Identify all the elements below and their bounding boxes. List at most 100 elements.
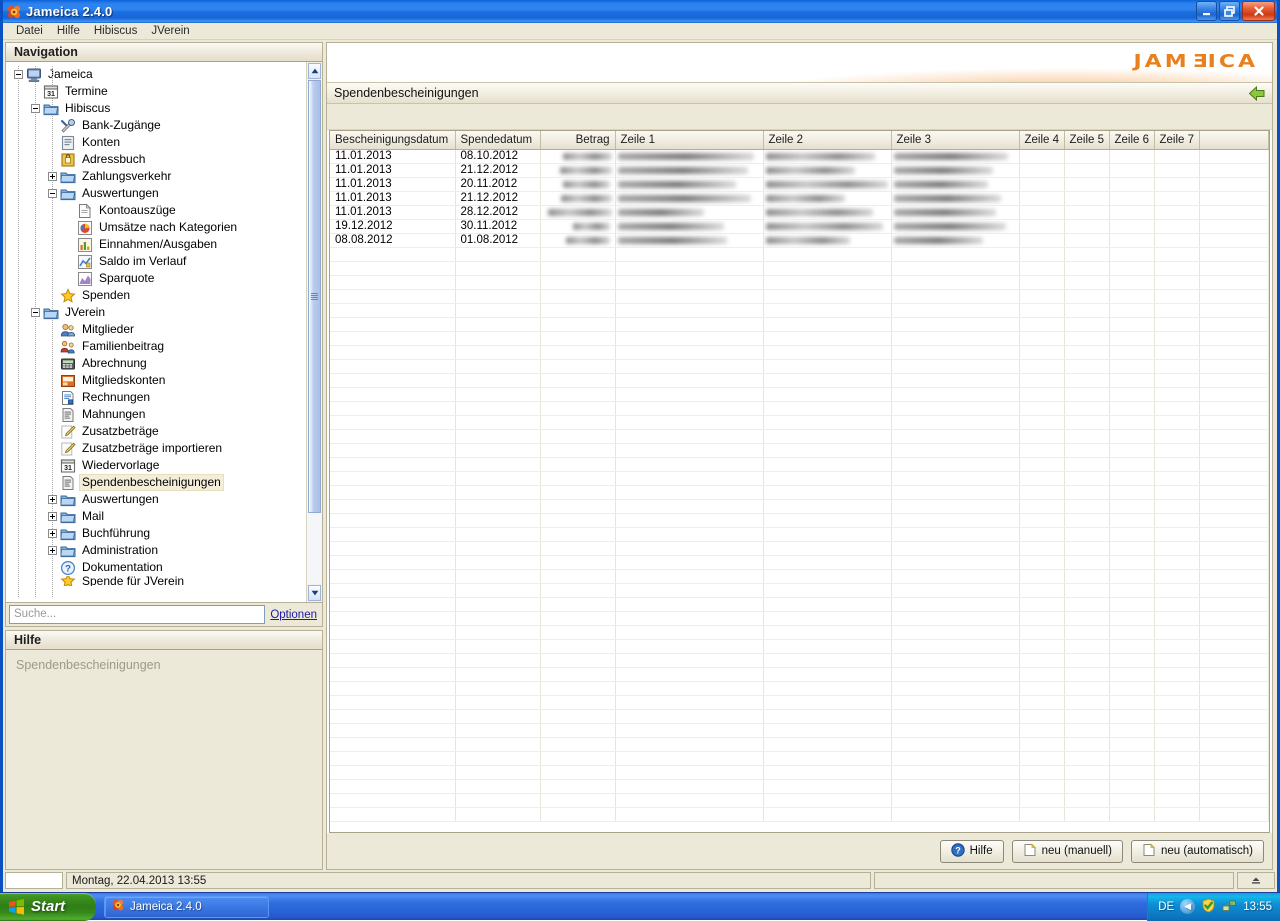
- back-arrow-icon[interactable]: [1248, 85, 1266, 102]
- tree-expand-icon[interactable]: [48, 529, 57, 538]
- menu-item-hibiscus[interactable]: Hibiscus: [87, 24, 144, 39]
- column-header-zeile4[interactable]: Zeile 4: [1019, 131, 1064, 149]
- cell-empty: [891, 331, 1019, 345]
- tree-item-jameica[interactable]: Jameica: [6, 66, 306, 83]
- minimize-button[interactable]: [1196, 1, 1217, 21]
- resize-grip-icon[interactable]: [1237, 872, 1275, 889]
- help-button[interactable]: ? Hilfe: [940, 840, 1004, 863]
- tree-collapse-icon[interactable]: [31, 104, 40, 113]
- column-header-spendedatum[interactable]: Spendedatum: [455, 131, 540, 149]
- cell-empty: [615, 569, 763, 583]
- tree-expand-icon[interactable]: [48, 495, 57, 504]
- tray-language-indicator[interactable]: DE: [1158, 901, 1174, 913]
- table-header-row[interactable]: BescheinigungsdatumSpendedatumBetragZeil…: [330, 131, 1269, 149]
- tree-expand-icon[interactable]: [48, 172, 57, 181]
- cell-empty: [455, 261, 540, 275]
- table-empty-row: [330, 429, 1269, 443]
- cell-empty: [891, 443, 1019, 457]
- tree-item-jverein[interactable]: JVerein: [6, 304, 306, 321]
- tree-collapse-icon[interactable]: [14, 70, 23, 79]
- tree-item-auswertungen[interactable]: Auswertungen: [6, 491, 306, 508]
- tree-item-einnahmen-ausgaben[interactable]: Einnahmen/Ausgaben: [6, 236, 306, 253]
- table-row[interactable]: 11.01.201321.12.2012: [330, 163, 1269, 177]
- column-header-zeile2[interactable]: Zeile 2: [763, 131, 891, 149]
- start-button[interactable]: Start: [0, 893, 96, 921]
- column-header-zeile3[interactable]: Zeile 3: [891, 131, 1019, 149]
- cell-empty: [330, 555, 455, 569]
- tree-item-rechnungen[interactable]: Rechnungen: [6, 389, 306, 406]
- tree-item-konten[interactable]: Konten: [6, 134, 306, 151]
- table-row[interactable]: 11.01.201320.11.2012: [330, 177, 1269, 191]
- tree-item-termine[interactable]: 31Termine: [6, 83, 306, 100]
- tray-clock[interactable]: 13:55: [1243, 901, 1272, 913]
- scrollbar-track[interactable]: [307, 80, 322, 584]
- tree-item-mitgliedskonten[interactable]: Mitgliedskonten: [6, 372, 306, 389]
- tree-item-adressbuch[interactable]: Adressbuch: [6, 151, 306, 168]
- tree-item-ums-tze-nach-kategorien[interactable]: Umsätze nach Kategorien: [6, 219, 306, 236]
- tree-item-abrechnung[interactable]: Abrechnung: [6, 355, 306, 372]
- menu-item-datei[interactable]: Datei: [9, 24, 50, 39]
- tree-item-spende-f-r-jverein[interactable]: Spende für JVerein: [6, 576, 306, 586]
- tree-item-wiedervorlage[interactable]: 31Wiedervorlage: [6, 457, 306, 474]
- scroll-up-button[interactable]: [308, 63, 321, 79]
- column-header-zeile5[interactable]: Zeile 5: [1064, 131, 1109, 149]
- tree-collapse-icon[interactable]: [48, 189, 57, 198]
- cell-empty: [615, 597, 763, 611]
- restore-button[interactable]: [1219, 1, 1240, 21]
- new-manual-button[interactable]: neu (manuell): [1012, 840, 1123, 863]
- tree-collapse-icon[interactable]: [31, 308, 40, 317]
- new-automatic-button[interactable]: neu (automatisch): [1131, 840, 1264, 863]
- cell-empty: [615, 289, 763, 303]
- tree-item-kontoausz-ge[interactable]: Kontoauszüge: [6, 202, 306, 219]
- scroll-down-button[interactable]: [308, 585, 321, 601]
- chevron-left-icon[interactable]: ◀: [1180, 899, 1195, 914]
- column-header-betrag[interactable]: Betrag: [540, 131, 615, 149]
- table-row[interactable]: 11.01.201321.12.2012: [330, 191, 1269, 205]
- task-button-jameica[interactable]: Jameica 2.4.0: [104, 896, 269, 918]
- shield-ok-icon[interactable]: [1201, 898, 1216, 916]
- tree-item-mahnungen[interactable]: Mahnungen: [6, 406, 306, 423]
- tree-item-dokumentation[interactable]: ?Dokumentation: [6, 559, 306, 576]
- tree-item-buchf-hrung[interactable]: Buchführung: [6, 525, 306, 542]
- table-row[interactable]: 19.12.201230.11.2012: [330, 219, 1269, 233]
- search-input[interactable]: Suche...: [9, 605, 265, 624]
- tree-item-saldo-im-verlauf[interactable]: Saldo im Verlauf: [6, 253, 306, 270]
- tree-item-zusatzbetr-ge[interactable]: Zusatzbeträge: [6, 423, 306, 440]
- cell-empty: [763, 457, 891, 471]
- tree-item-zusatzbetr-ge-importieren[interactable]: Zusatzbeträge importieren: [6, 440, 306, 457]
- column-header-zeile7[interactable]: Zeile 7: [1154, 131, 1199, 149]
- tree-item-spenden[interactable]: Spenden: [6, 287, 306, 304]
- menu-item-jverein[interactable]: JVerein: [144, 24, 196, 39]
- tree-item-hibiscus[interactable]: Hibiscus: [6, 100, 306, 117]
- tree-item-sparquote[interactable]: Sparquote: [6, 270, 306, 287]
- table-row[interactable]: 11.01.201328.12.2012: [330, 205, 1269, 219]
- navigation-scrollbar[interactable]: [306, 62, 322, 602]
- tree-item-spendenbescheinigungen[interactable]: Spendenbescheinigungen: [6, 474, 306, 491]
- navigation-tree[interactable]: Jameica31TermineHibiscusBank-ZugängeKont…: [6, 62, 306, 602]
- menu-item-hilfe[interactable]: Hilfe: [50, 24, 87, 39]
- tree-item-mail[interactable]: Mail: [6, 508, 306, 525]
- tree-item-mitglieder[interactable]: Mitglieder: [6, 321, 306, 338]
- tree-item-administration[interactable]: Administration: [6, 542, 306, 559]
- tree-expand-icon[interactable]: [48, 546, 57, 555]
- table-row[interactable]: 11.01.201308.10.2012: [330, 149, 1269, 163]
- table-row[interactable]: 08.08.201201.08.2012: [330, 233, 1269, 247]
- cell-empty: [1064, 345, 1109, 359]
- cell-empty: [540, 723, 615, 737]
- tree-item-bank-zug-nge[interactable]: Bank-Zugänge: [6, 117, 306, 134]
- action-button-bar: ? Hilfe neu (manuell): [327, 833, 1272, 869]
- scrollbar-thumb[interactable]: [308, 80, 321, 513]
- tree-expand-icon[interactable]: [48, 512, 57, 521]
- column-header-zeile6[interactable]: Zeile 6: [1109, 131, 1154, 149]
- tree-item-zahlungsverkehr[interactable]: Zahlungsverkehr: [6, 168, 306, 185]
- tree-item-auswertungen[interactable]: Auswertungen: [6, 185, 306, 202]
- network-icon[interactable]: [1222, 898, 1237, 916]
- tree-item-familienbeitrag[interactable]: Familienbeitrag: [6, 338, 306, 355]
- search-options-link[interactable]: Optionen: [270, 609, 317, 621]
- column-header-zeile1[interactable]: Zeile 1: [615, 131, 763, 149]
- tree-item-label: Adressbuch: [80, 152, 147, 167]
- cell-empty: [1154, 527, 1199, 541]
- spendenbescheinigungen-table[interactable]: BescheinigungsdatumSpendedatumBetragZeil…: [329, 130, 1270, 833]
- column-header-bescheinigungsdatum[interactable]: Bescheinigungsdatum: [330, 131, 455, 149]
- close-button[interactable]: [1242, 1, 1275, 21]
